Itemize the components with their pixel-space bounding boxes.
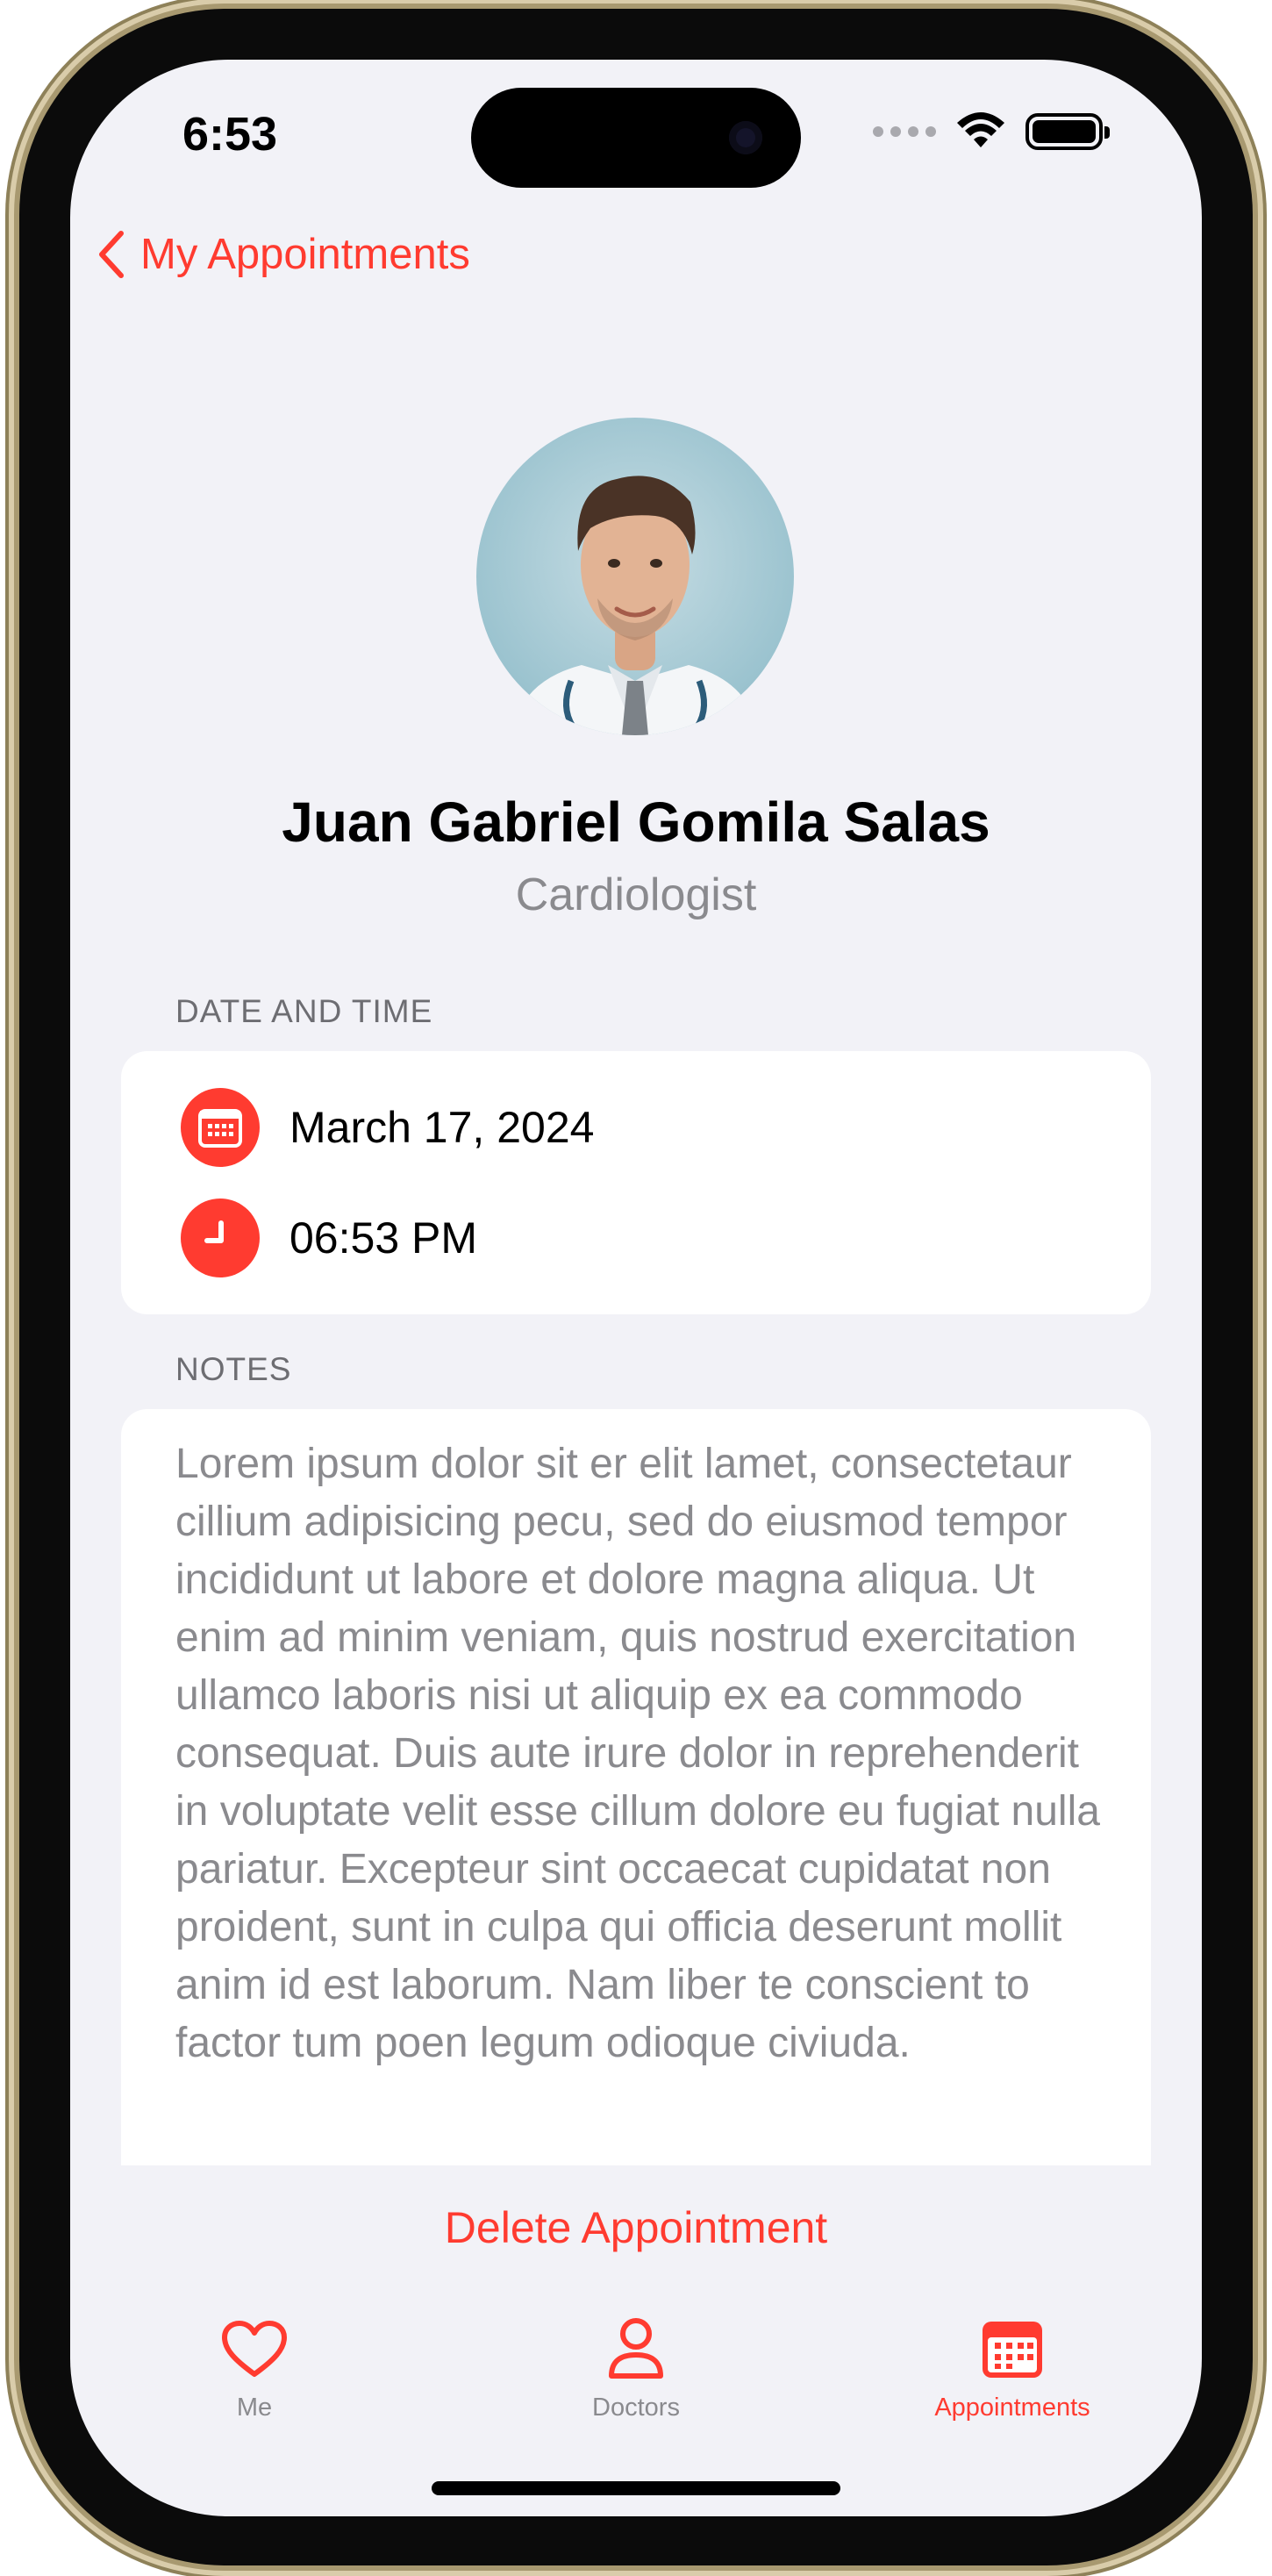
action-button xyxy=(9,246,19,297)
volume-up-button xyxy=(9,335,19,432)
back-button[interactable]: My Appointments xyxy=(98,230,470,279)
battery-icon xyxy=(1025,113,1110,150)
person-icon xyxy=(609,2318,663,2379)
tab-doctors-label: Doctors xyxy=(592,2394,680,2422)
notes-card[interactable]: Lorem ipsum dolor sit er elit lamet, con… xyxy=(121,1409,1151,2165)
chevron-left-icon xyxy=(99,231,124,278)
calendar-icon xyxy=(181,1088,260,1167)
home-indicator[interactable] xyxy=(432,2481,840,2495)
appointment-time: 06:53 PM xyxy=(289,1213,478,1263)
clock-icon xyxy=(181,1199,260,1277)
volume-down-button xyxy=(9,456,19,553)
calendar-icon xyxy=(983,2322,1042,2378)
heart-icon xyxy=(222,2321,287,2377)
date-time-section-label: DATE AND TIME xyxy=(175,993,433,1029)
camera-icon xyxy=(729,121,762,154)
doctor-name: Juan Gabriel Gomila Salas xyxy=(282,791,990,854)
tab-appointments[interactable]: Appointments xyxy=(881,2309,1144,2422)
notes-section-label: NOTES xyxy=(175,1351,292,1387)
appointment-date: March 17, 2024 xyxy=(289,1103,595,1152)
tab-me-label: Me xyxy=(236,2394,273,2422)
status-icons xyxy=(873,112,1110,151)
back-label: My Appointments xyxy=(140,231,470,278)
tab-me[interactable]: Me xyxy=(123,2309,386,2422)
tab-doctors[interactable]: Doctors xyxy=(504,2309,768,2422)
status-time: 6:53 xyxy=(182,108,278,161)
date-row: March 17, 2024 xyxy=(181,1088,594,1167)
doctor-specialty: Cardiologist xyxy=(515,869,757,920)
tab-appointments-label: Appointments xyxy=(934,2394,1090,2422)
doctor-avatar xyxy=(476,418,794,735)
dynamic-island xyxy=(471,88,801,188)
time-row: 06:53 PM xyxy=(181,1199,477,1277)
wifi-icon xyxy=(957,112,1004,147)
delete-appointment-button[interactable]: Delete Appointment xyxy=(123,2202,1149,2253)
notes-text: Lorem ipsum dolor sit er elit lamet, con… xyxy=(175,1441,1100,2066)
cellular-signal-icon xyxy=(873,126,936,137)
power-button xyxy=(1253,404,1263,551)
date-time-card: March 17, 2024 06:53 PM xyxy=(121,1051,1151,1314)
